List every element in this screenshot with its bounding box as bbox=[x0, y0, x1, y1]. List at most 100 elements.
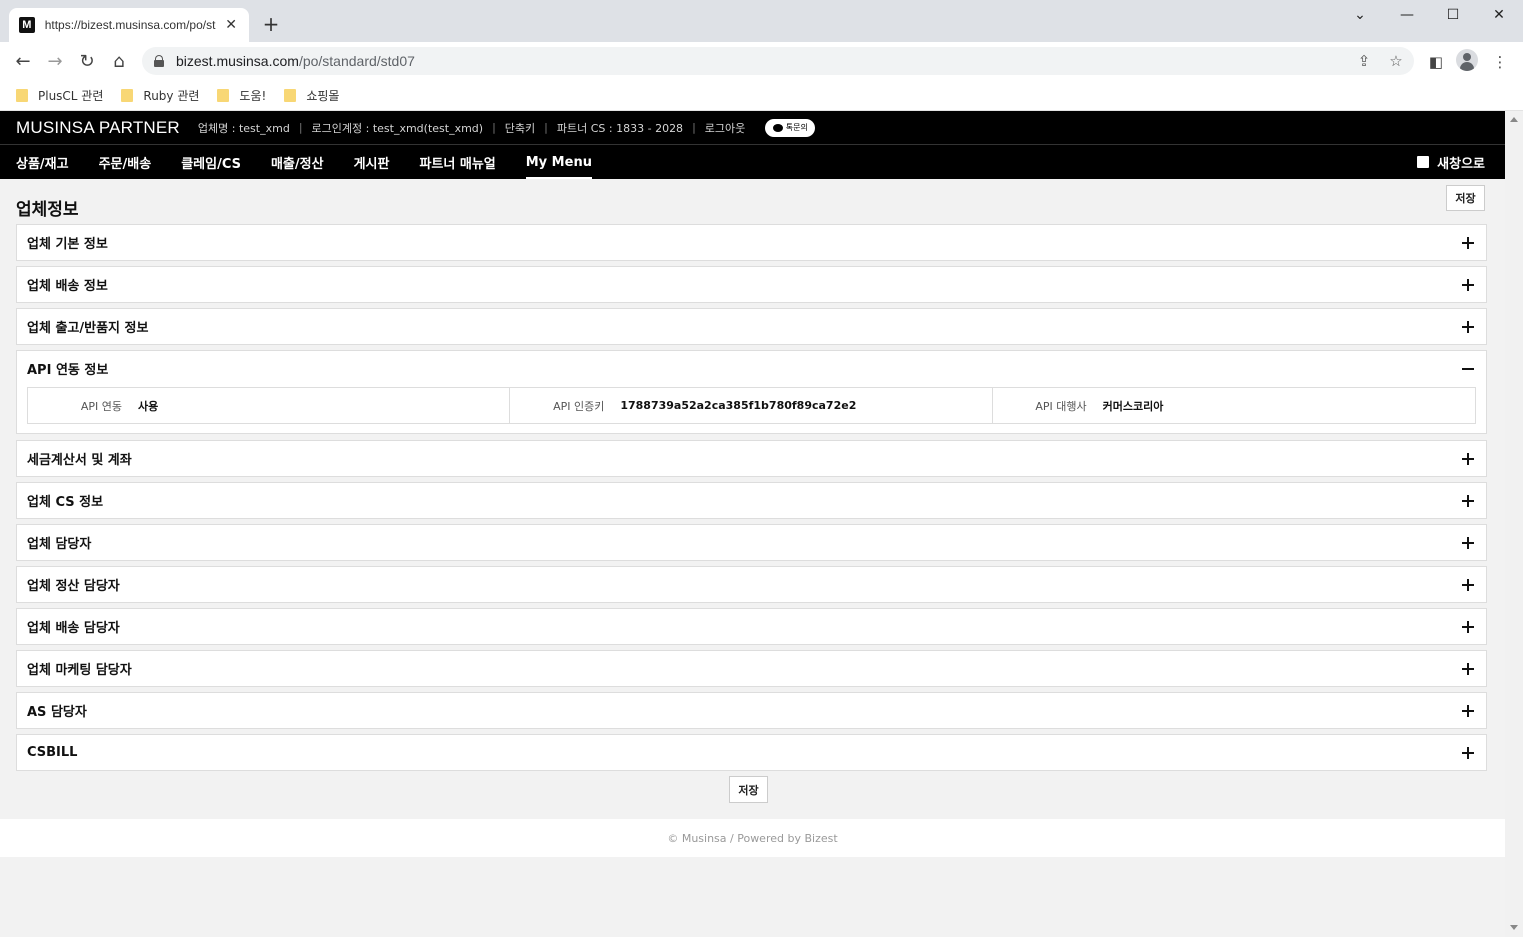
page-title: 업체정보 bbox=[16, 200, 79, 220]
folder-icon bbox=[284, 88, 297, 102]
expand-plus-icon[interactable] bbox=[1462, 236, 1474, 249]
section-title: 업체 배송 담당자 bbox=[27, 621, 120, 636]
menu-item-sales[interactable]: 매출/정산 bbox=[271, 145, 324, 179]
section-manager[interactable]: 업체 담당자 bbox=[16, 524, 1487, 561]
expand-plus-icon[interactable] bbox=[1462, 620, 1474, 633]
section-delivery-manager[interactable]: 업체 배송 담당자 bbox=[16, 608, 1487, 645]
browser-tab[interactable]: M https://bizest.musinsa.com/po/st ✕ bbox=[9, 8, 249, 42]
new-window-label: 새창으로 bbox=[1437, 156, 1485, 172]
expand-plus-icon[interactable] bbox=[1462, 452, 1474, 465]
home-icon[interactable]: ⌂ bbox=[106, 49, 132, 73]
api-key-value: 1788739a52a2ca385f1b780f89ca72e2 bbox=[620, 399, 857, 412]
new-window-toggle[interactable]: 새창으로 bbox=[1417, 145, 1485, 179]
api-info-table: API 연동 사용 API 인증키 1788739a52a2ca385f1b78… bbox=[27, 387, 1476, 424]
minimize-icon[interactable]: — bbox=[1384, 0, 1430, 30]
vertical-scrollbar[interactable] bbox=[1505, 111, 1523, 937]
profile-icon[interactable] bbox=[1456, 49, 1478, 71]
share-icon[interactable]: ⇪ bbox=[1354, 51, 1374, 71]
section-delivery-info[interactable]: 업체 배송 정보 bbox=[16, 266, 1487, 303]
tab-title: https://bizest.musinsa.com/po/st bbox=[44, 18, 216, 32]
section-as-manager[interactable]: AS 담당자 bbox=[16, 692, 1487, 729]
musinsa-favicon-icon: M bbox=[19, 17, 35, 33]
section-title: AS 담당자 bbox=[27, 705, 87, 720]
bookmark-item[interactable]: 도움! bbox=[217, 87, 266, 104]
logout-link[interactable]: 로그아웃 bbox=[705, 120, 745, 136]
section-tax-invoice[interactable]: 세금계산서 및 계좌 bbox=[16, 440, 1487, 477]
menu-item-manual[interactable]: 파트너 매뉴얼 bbox=[419, 145, 495, 179]
section-settlement-manager[interactable]: 업체 정산 담당자 bbox=[16, 566, 1487, 603]
expand-plus-icon[interactable] bbox=[1462, 578, 1474, 591]
address-bar[interactable]: bizest.musinsa.com/po/standard/std07 ⇪ ☆ bbox=[142, 47, 1414, 75]
site-header: MUSINSA PARTNER 업체명 : test_xmd | 로그인계정 :… bbox=[0, 111, 1505, 145]
api-agency-label: API 대행사 bbox=[1035, 399, 1087, 413]
scroll-down-icon[interactable] bbox=[1510, 925, 1518, 930]
save-button-top[interactable]: 저장 bbox=[1446, 185, 1485, 211]
bookmark-item[interactable]: Ruby 관련 bbox=[121, 87, 199, 104]
tab-search-icon[interactable]: ⌄ bbox=[1337, 0, 1383, 30]
section-cs-info[interactable]: 업체 CS 정보 bbox=[16, 482, 1487, 519]
menu-item-orders[interactable]: 주문/배송 bbox=[99, 145, 152, 179]
new-tab-icon[interactable]: + bbox=[260, 13, 282, 35]
bookmark-item[interactable]: 쇼핑몰 bbox=[284, 87, 339, 104]
section-title: 업체 마케팅 담당자 bbox=[27, 663, 132, 678]
login-account: 로그인계정 : test_xmd(test_xmd) bbox=[311, 121, 484, 135]
page-footer: © Musinsa / Powered by Bizest bbox=[0, 819, 1505, 857]
footer-text: © Musinsa / Powered by Bizest bbox=[667, 831, 838, 845]
section-basic-info[interactable]: 업체 기본 정보 bbox=[16, 224, 1487, 261]
section-title: 업체 정산 담당자 bbox=[27, 579, 120, 594]
maximize-icon[interactable]: ☐ bbox=[1430, 0, 1476, 30]
lock-icon[interactable] bbox=[154, 55, 164, 67]
section-title: CSBILL bbox=[27, 745, 78, 760]
browser-tab-bar: M https://bizest.musinsa.com/po/st ✕ + ⌄… bbox=[0, 0, 1523, 42]
expand-plus-icon[interactable] bbox=[1462, 278, 1474, 291]
main-content: 업체정보 저장 업체 기본 정보 업체 배송 정보 업체 출고/반품지 정보 A… bbox=[0, 179, 1505, 819]
collapse-minus-icon[interactable] bbox=[1462, 363, 1474, 375]
section-title: 업체 담당자 bbox=[27, 537, 92, 552]
chat-bubble-icon bbox=[772, 123, 783, 132]
section-title: 세금계산서 및 계좌 bbox=[27, 453, 132, 468]
api-key-label: API 인증키 bbox=[553, 399, 605, 413]
expand-plus-icon[interactable] bbox=[1462, 320, 1474, 333]
folder-icon bbox=[217, 88, 230, 102]
expand-plus-icon[interactable] bbox=[1462, 746, 1474, 759]
company-name: 업체명 : test_xmd bbox=[197, 121, 290, 135]
section-title: 업체 기본 정보 bbox=[27, 237, 108, 252]
menu-item-board[interactable]: 게시판 bbox=[354, 145, 390, 179]
forward-arrow-icon[interactable]: → bbox=[42, 49, 68, 73]
api-agency-value: 커머스코리아 bbox=[1102, 399, 1164, 413]
url-text[interactable]: bizest.musinsa.com/po/standard/std07 bbox=[176, 53, 415, 69]
expand-plus-icon[interactable] bbox=[1462, 536, 1474, 549]
scroll-up-icon[interactable] bbox=[1510, 117, 1518, 122]
site-logo[interactable]: MUSINSA PARTNER bbox=[16, 118, 180, 138]
tab-close-icon[interactable]: ✕ bbox=[223, 17, 239, 33]
menu-item-claims[interactable]: 클레임/CS bbox=[181, 145, 241, 179]
main-menu: 상품/재고 주문/배송 클레임/CS 매출/정산 게시판 파트너 매뉴얼 My … bbox=[0, 145, 1505, 179]
bookmark-item[interactable]: PlusCL 관련 bbox=[16, 87, 103, 104]
section-title: API 연동 정보 bbox=[27, 363, 109, 378]
shortcut-link[interactable]: 단축키 bbox=[505, 120, 535, 136]
menu-item-my-menu[interactable]: My Menu bbox=[525, 145, 593, 179]
menu-item-products[interactable]: 상품/재고 bbox=[16, 145, 69, 179]
section-marketing-manager[interactable]: 업체 마케팅 담당자 bbox=[16, 650, 1487, 687]
side-panel-icon[interactable]: ◧ bbox=[1425, 51, 1447, 73]
bookmarks-bar: PlusCL 관련 Ruby 관련 도움! 쇼핑몰 bbox=[0, 80, 1523, 111]
expand-plus-icon[interactable] bbox=[1462, 704, 1474, 717]
close-window-icon[interactable]: ✕ bbox=[1476, 0, 1522, 30]
page-background bbox=[0, 857, 1505, 937]
save-button-bottom[interactable]: 저장 bbox=[729, 776, 768, 803]
bookmark-star-icon[interactable]: ☆ bbox=[1386, 51, 1406, 71]
reload-icon[interactable]: ↻ bbox=[74, 49, 100, 73]
section-title: 업체 배송 정보 bbox=[27, 279, 108, 294]
section-csbill[interactable]: CSBILL bbox=[16, 734, 1487, 771]
section-title: 업체 출고/반품지 정보 bbox=[27, 321, 149, 336]
section-api-info[interactable]: API 연동 정보 API 연동 사용 API 인증키 1788739a52a2… bbox=[16, 350, 1487, 434]
back-arrow-icon[interactable]: ← bbox=[10, 49, 36, 73]
new-window-checkbox[interactable] bbox=[1417, 156, 1430, 168]
browser-toolbar: ← → ↻ ⌂ bizest.musinsa.com/po/standard/s… bbox=[0, 42, 1523, 80]
expand-plus-icon[interactable] bbox=[1462, 662, 1474, 675]
expand-plus-icon[interactable] bbox=[1462, 494, 1474, 507]
partner-cs-phone: 파트너 CS : 1833 - 2028 bbox=[556, 121, 684, 135]
section-shipping-return-info[interactable]: 업체 출고/반품지 정보 bbox=[16, 308, 1487, 345]
talk-inquiry-button[interactable]: 톡문의 bbox=[765, 118, 816, 137]
kebab-menu-icon[interactable]: ⋮ bbox=[1489, 51, 1511, 73]
